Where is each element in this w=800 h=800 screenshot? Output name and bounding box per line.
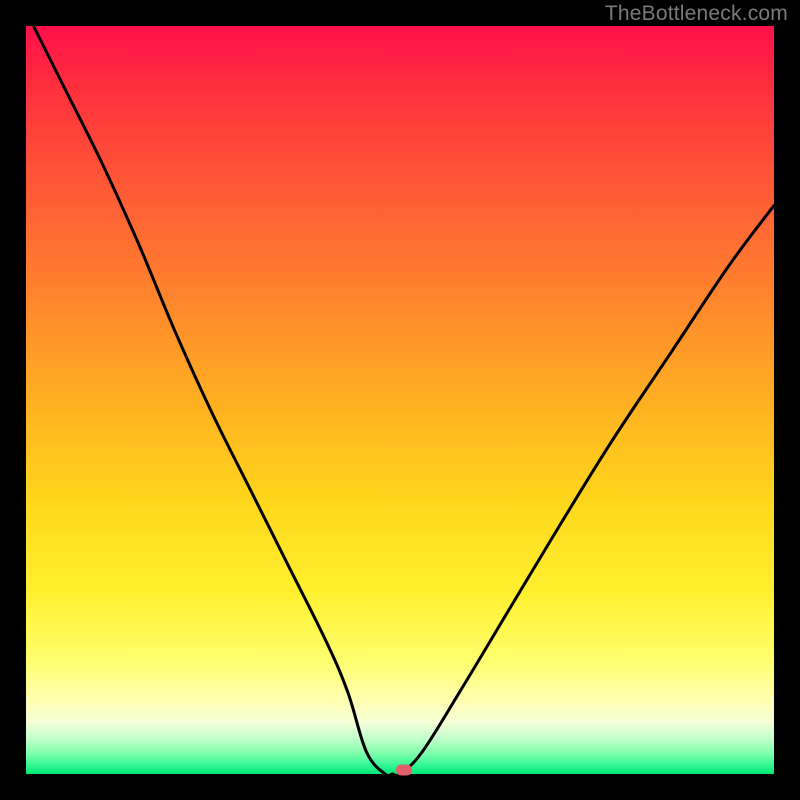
bottleneck-curve xyxy=(26,26,774,774)
chart-frame: TheBottleneck.com xyxy=(0,0,800,800)
watermark-text: TheBottleneck.com xyxy=(605,2,788,26)
plot-area xyxy=(26,26,774,774)
curve-path xyxy=(34,26,775,774)
optimal-point-marker xyxy=(396,765,412,776)
